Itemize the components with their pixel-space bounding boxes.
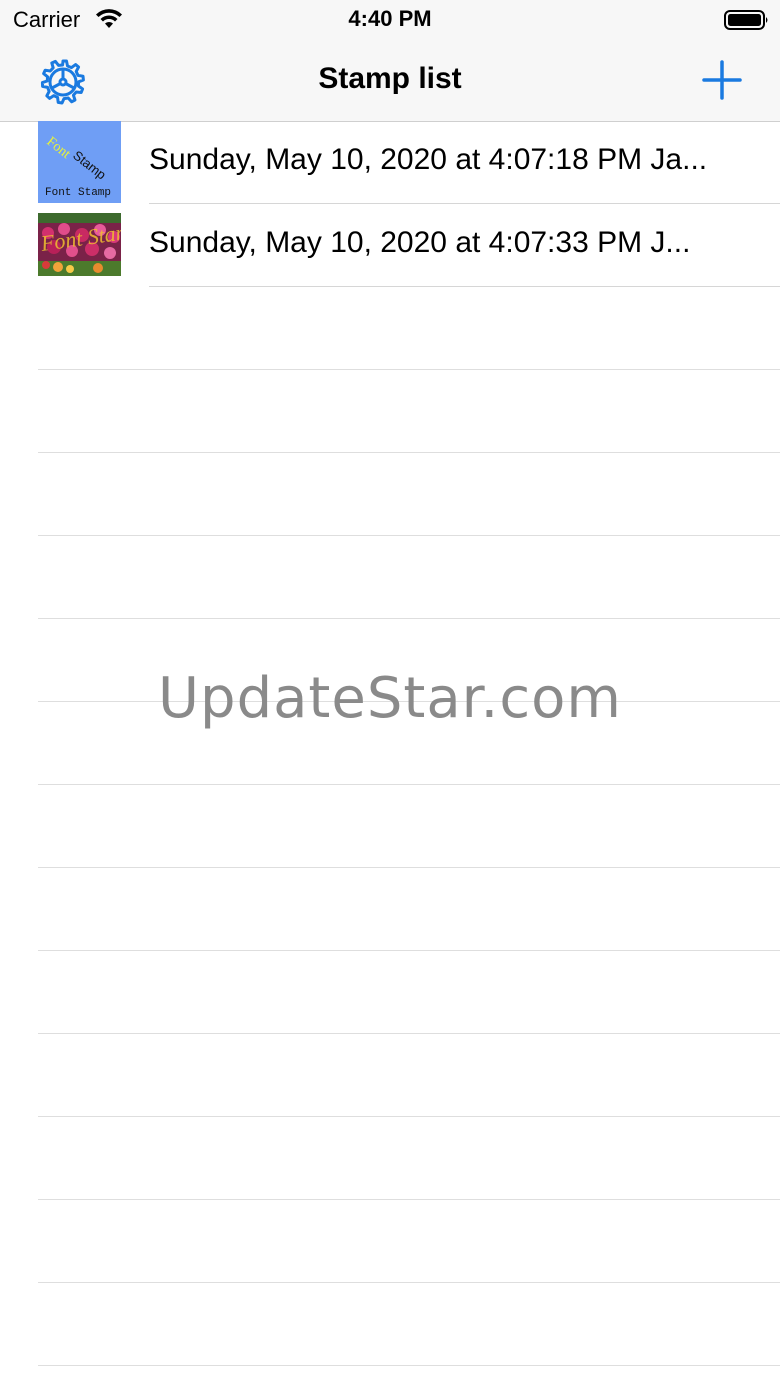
svg-text:Stamp: Stamp <box>70 148 109 183</box>
stamp-row[interactable]: Font Stamp Sunday, May 10, 2020 at 4:07:… <box>0 204 780 287</box>
empty-row-separator <box>38 867 780 868</box>
empty-row-separator <box>38 1365 780 1366</box>
empty-row-separator <box>38 784 780 785</box>
empty-row-separator <box>38 1116 780 1117</box>
stamp-thumbnail: Font Stamp <box>38 213 121 276</box>
empty-row-separator <box>38 618 780 619</box>
page-title: Stamp list <box>318 62 462 95</box>
stamp-preview-image: Font Stamp <box>38 213 121 276</box>
stamp-row-title: Sunday, May 10, 2020 at 4:07:33 PM J... <box>149 226 691 259</box>
status-bar: Carrier 4:40 PM <box>0 0 780 40</box>
status-time: 4:40 PM <box>348 6 432 31</box>
empty-row-separator <box>38 452 780 453</box>
svg-text:Font Stamp: Font Stamp <box>45 187 111 199</box>
empty-row-separator <box>38 1033 780 1034</box>
stamp-row[interactable]: Font Stamp Font Stamp Sunday, May 10, 20… <box>0 121 780 204</box>
plus-icon <box>702 60 742 100</box>
row-separator <box>149 286 780 287</box>
battery-full-icon <box>724 10 768 30</box>
empty-row-separator <box>38 701 780 702</box>
empty-row-separator <box>38 1199 780 1200</box>
stamp-row-title: Sunday, May 10, 2020 at 4:07:18 PM Ja... <box>149 143 708 176</box>
navigation-bar: Stamp list <box>0 40 780 122</box>
stamp-list: Font Stamp Font Stamp Sunday, May 10, 20… <box>0 121 780 1387</box>
stamp-preview-image: Font Stamp Font Stamp <box>44 134 111 199</box>
empty-row-separator <box>38 950 780 951</box>
empty-row-separator <box>38 535 780 536</box>
svg-text:Font: Font <box>44 134 74 162</box>
empty-row-separator <box>38 1282 780 1283</box>
add-stamp-button[interactable] <box>700 58 744 102</box>
stamp-thumbnail: Font Stamp Font Stamp <box>38 121 121 203</box>
empty-row-separator <box>38 369 780 370</box>
